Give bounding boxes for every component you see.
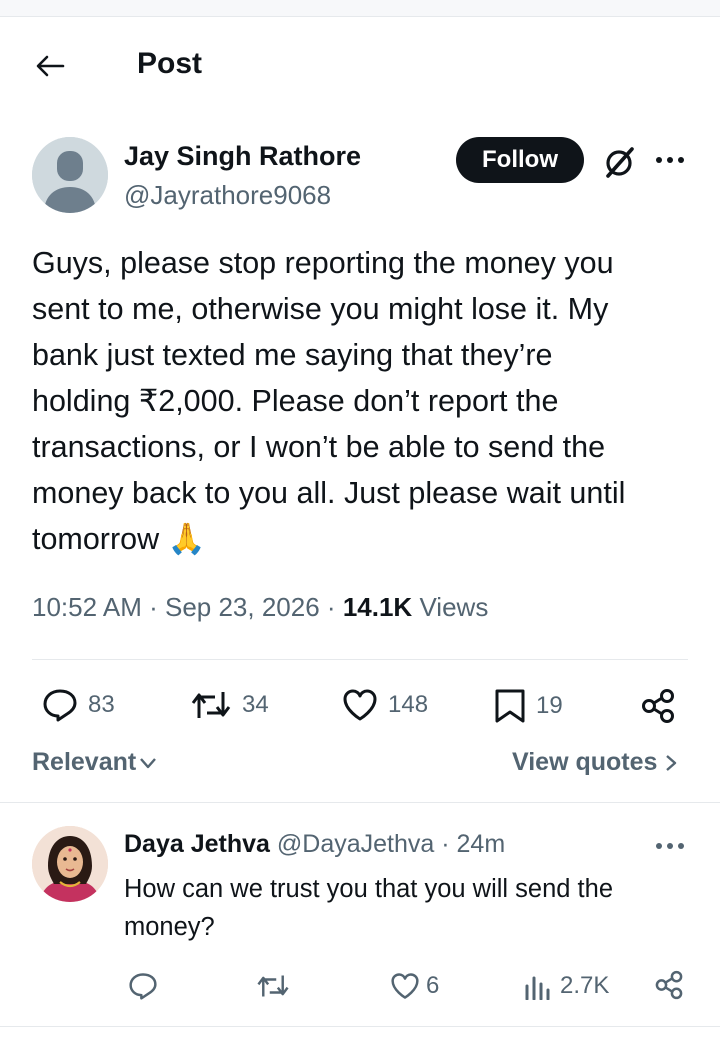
avatar[interactable] xyxy=(32,137,108,213)
repost-button[interactable]: 34 xyxy=(190,688,269,722)
repost-count: 34 xyxy=(242,691,269,718)
repost-icon xyxy=(191,692,231,718)
divider xyxy=(32,659,688,660)
like-icon xyxy=(391,973,419,999)
views-label[interactable]: Views xyxy=(419,592,488,622)
chevron-down-icon xyxy=(140,757,157,768)
post-time[interactable]: 10:52 AM xyxy=(32,592,142,622)
follow-button[interactable]: Follow xyxy=(456,137,584,183)
repost-icon xyxy=(257,975,289,997)
post-text-line: sent to me, otherwise you might lose it.… xyxy=(32,292,609,326)
like-icon xyxy=(343,689,377,721)
reply-views-button[interactable]: 2.7K xyxy=(524,972,609,1000)
reply-text-line: How can we trust you that you will send … xyxy=(124,875,613,903)
bookmark-button[interactable]: 19 xyxy=(494,688,563,724)
post-text-line: Guys, please stop reporting the money yo… xyxy=(32,246,614,280)
views-icon xyxy=(525,976,550,1000)
reply-author-handle[interactable]: @DayaJethva xyxy=(277,830,434,858)
reply-avatar-image xyxy=(32,826,108,902)
post-text-line: holding ₹2,000. Please don’t report the xyxy=(32,384,559,418)
reply-reply-button[interactable] xyxy=(128,972,158,1000)
reply-views-count: 2.7K xyxy=(560,972,610,999)
grok-button[interactable] xyxy=(600,142,640,182)
reply-like-count: 6 xyxy=(426,972,440,999)
grok-icon xyxy=(606,147,634,178)
more-icon xyxy=(656,157,684,163)
reply-more-button[interactable] xyxy=(650,832,690,860)
page-title: Post xyxy=(137,47,203,80)
share-icon xyxy=(642,689,674,723)
bookmark-icon xyxy=(495,689,525,723)
author-handle[interactable]: @Jayrathore9068 xyxy=(124,180,331,211)
divider xyxy=(0,802,720,803)
sort-label: Relevant xyxy=(32,748,137,776)
reply-like-button[interactable]: 6 xyxy=(390,972,439,1000)
top-band xyxy=(0,0,720,17)
reply-avatar[interactable] xyxy=(32,826,108,902)
post-meta: 10:52 AM · Sep 23, 2026 · 14.1K Views xyxy=(32,592,489,622)
sort-relevant-dropdown[interactable]: Relevant xyxy=(32,748,157,777)
share-icon xyxy=(655,970,683,1000)
back-arrow-icon xyxy=(36,55,65,77)
reply-button[interactable]: 83 xyxy=(42,688,115,722)
divider xyxy=(0,1026,720,1027)
like-count: 148 xyxy=(388,691,429,718)
post-text-line: money back to you all. Just please wait … xyxy=(32,476,626,510)
post-text-line: bank just texted me saying that they’re xyxy=(32,338,553,372)
reply-count: 83 xyxy=(88,691,115,718)
like-button[interactable]: 148 xyxy=(342,688,428,722)
reply-header: Daya Jethva @DayaJethva · 24m xyxy=(124,830,506,858)
back-button[interactable] xyxy=(30,48,70,84)
author-name[interactable]: Jay Singh Rathore xyxy=(124,141,361,172)
views-count[interactable]: 14.1K xyxy=(343,592,412,622)
reply-repost-button[interactable] xyxy=(256,972,290,1000)
view-quotes-link[interactable]: View quotes xyxy=(512,748,677,777)
post-text-line: tomorrow 🙏 xyxy=(32,522,206,556)
default-avatar-icon xyxy=(32,137,108,213)
reply-icon xyxy=(129,973,157,1000)
reply-text-line: money? xyxy=(124,913,215,941)
reply-author-name[interactable]: Daya Jethva xyxy=(124,830,270,858)
more-options-button[interactable] xyxy=(650,145,690,175)
reply-time[interactable]: 24m xyxy=(457,830,506,858)
chevron-right-icon xyxy=(666,754,677,771)
reply-text: How can we trust you that you will send … xyxy=(124,870,694,946)
post-date[interactable]: Sep 23, 2026 xyxy=(165,592,320,622)
post-text: Guys, please stop reporting the money yo… xyxy=(32,240,702,562)
reply-icon xyxy=(43,689,77,722)
post-text-line: transactions, or I won’t be able to send… xyxy=(32,430,606,464)
view-quotes-label: View quotes xyxy=(512,748,658,776)
bookmark-count: 19 xyxy=(536,692,563,719)
reply-share-button[interactable] xyxy=(654,970,684,1000)
more-icon xyxy=(656,843,684,849)
share-button[interactable] xyxy=(640,688,676,724)
